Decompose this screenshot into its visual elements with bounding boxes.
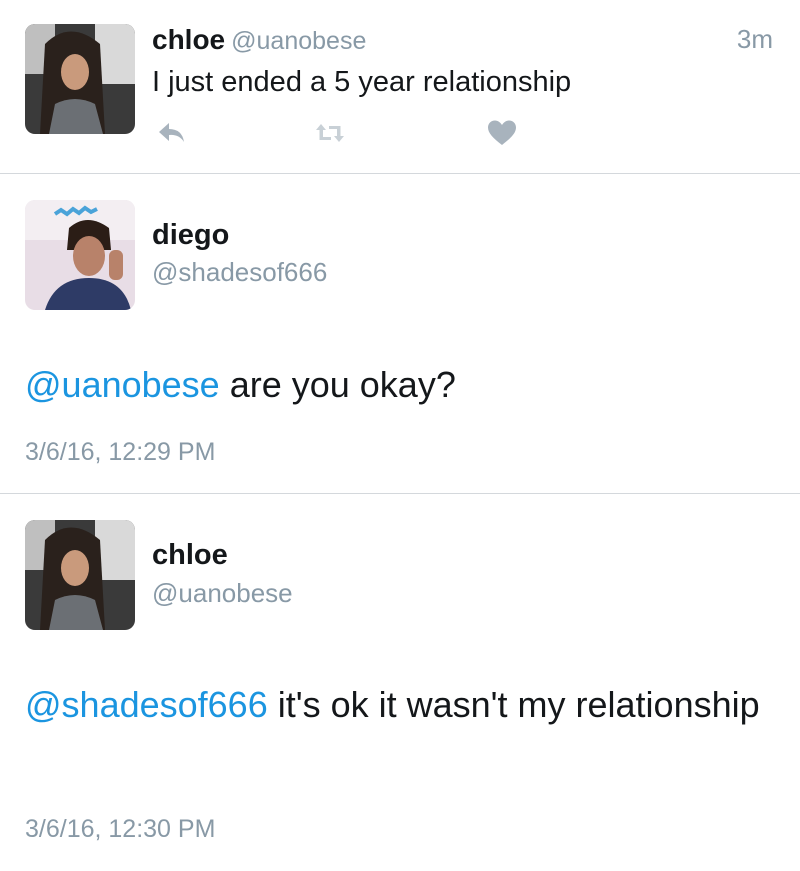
author-name[interactable]: diego bbox=[152, 217, 229, 253]
reply-button[interactable] bbox=[152, 116, 192, 150]
retweet-button[interactable] bbox=[310, 116, 350, 150]
heart-icon bbox=[488, 120, 516, 145]
tweet-text: @uanobese are you okay? bbox=[25, 363, 785, 407]
tweet-text: @shadesof666 it's ok it wasn't my relati… bbox=[25, 683, 785, 727]
divider bbox=[0, 493, 800, 494]
tweet-actions bbox=[152, 116, 532, 152]
retweet-icon bbox=[316, 124, 344, 142]
tweet-body: are you okay? bbox=[219, 364, 456, 405]
tweet-timestamp[interactable]: 3/6/16, 12:29 PM bbox=[25, 436, 215, 468]
author-name[interactable]: chloe bbox=[152, 24, 225, 55]
avatar[interactable] bbox=[25, 520, 135, 630]
tweet-body: it's ok it wasn't my relationship bbox=[267, 684, 760, 725]
avatar[interactable] bbox=[25, 24, 135, 134]
mention-link[interactable]: @uanobese bbox=[25, 364, 220, 405]
profile-photo bbox=[25, 24, 135, 134]
tweet-header: chloe @uanobese bbox=[152, 22, 366, 59]
tweet-time[interactable]: 3m bbox=[737, 24, 773, 55]
author-name[interactable]: chloe bbox=[152, 537, 228, 573]
tweet-timestamp[interactable]: 3/6/16, 12:30 PM bbox=[25, 813, 215, 845]
tweet-text: I just ended a 5 year relationship bbox=[152, 66, 572, 98]
reply-icon bbox=[159, 123, 184, 142]
avatar[interactable] bbox=[25, 200, 135, 310]
author-handle[interactable]: @shadesof666 bbox=[152, 255, 327, 289]
profile-photo bbox=[25, 200, 135, 310]
mention-link[interactable]: @shadesof666 bbox=[25, 684, 268, 725]
divider bbox=[0, 173, 800, 174]
author-handle[interactable]: @uanobese bbox=[152, 576, 293, 610]
like-button[interactable] bbox=[482, 116, 522, 150]
author-handle[interactable]: @uanobese bbox=[231, 27, 366, 55]
profile-photo bbox=[25, 520, 135, 630]
